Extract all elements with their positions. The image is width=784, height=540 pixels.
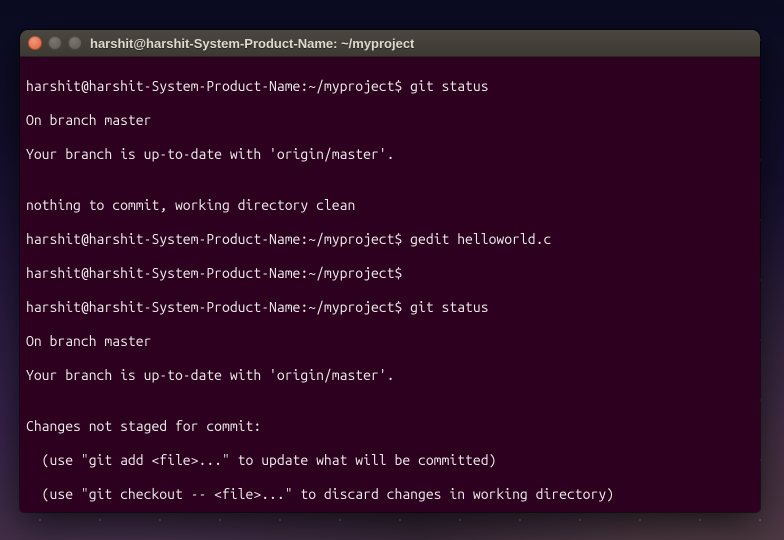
window-controls [28,36,82,50]
minimize-icon[interactable] [48,36,62,50]
terminal-line: nothing to commit, working directory cle… [26,197,754,214]
shell-prompt: harshit@harshit-System-Product-Name:~/my… [26,231,402,247]
terminal-line: Your branch is up-to-date with 'origin/m… [26,146,754,163]
desktop-background: harshit@harshit-System-Product-Name: ~/m… [0,0,784,540]
terminal-window: harshit@harshit-System-Product-Name: ~/m… [20,30,760,512]
terminal-line: harshit@harshit-System-Product-Name:~/my… [26,78,754,95]
terminal-line: harshit@harshit-System-Product-Name:~/my… [26,299,754,316]
window-title: harshit@harshit-System-Product-Name: ~/m… [90,36,414,51]
terminal-line: harshit@harshit-System-Product-Name:~/my… [26,231,754,248]
maximize-icon[interactable] [68,36,82,50]
terminal-line: Changes not staged for commit: [26,418,754,435]
close-icon[interactable] [28,36,42,50]
terminal-line: On branch master [26,333,754,350]
command-text: git status [410,78,488,94]
command-text: gedit helloworld.c [410,231,551,247]
terminal-line: On branch master [26,112,754,129]
terminal-body[interactable]: harshit@harshit-System-Product-Name:~/my… [20,57,760,512]
command-text: git status [410,299,488,315]
shell-prompt: harshit@harshit-System-Product-Name:~/my… [26,78,402,94]
shell-prompt: harshit@harshit-System-Product-Name:~/my… [26,265,402,281]
terminal-line: harshit@harshit-System-Product-Name:~/my… [26,265,754,282]
shell-prompt: harshit@harshit-System-Product-Name:~/my… [26,299,402,315]
terminal-line: Your branch is up-to-date with 'origin/m… [26,367,754,384]
terminal-line: (use "git add <file>..." to update what … [26,452,754,469]
window-titlebar[interactable]: harshit@harshit-System-Product-Name: ~/m… [20,30,760,57]
terminal-line: (use "git checkout -- <file>..." to disc… [26,486,754,503]
